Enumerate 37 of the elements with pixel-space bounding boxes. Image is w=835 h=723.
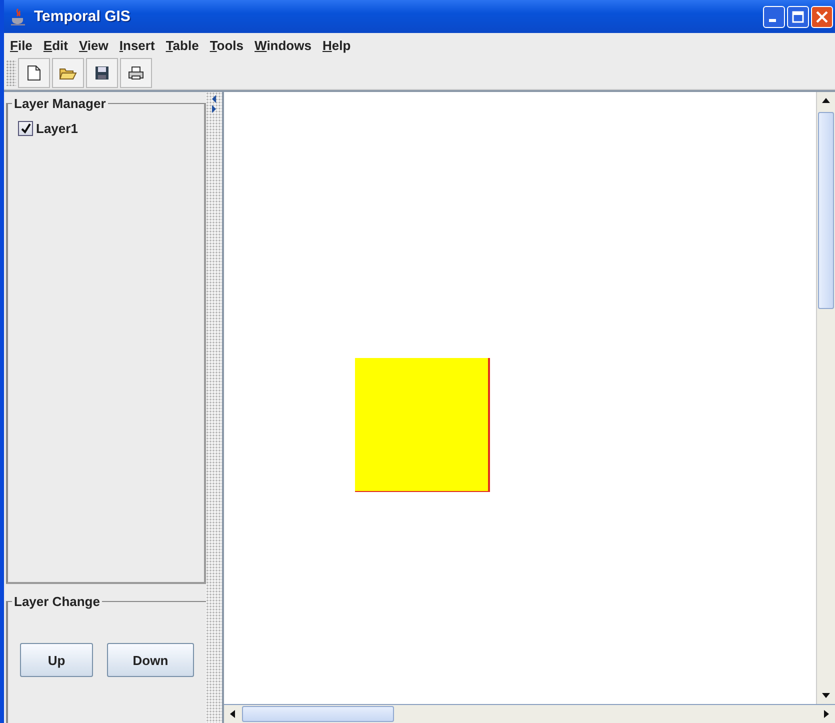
splitter-handle[interactable] <box>206 92 222 723</box>
minimize-button[interactable] <box>763 6 785 28</box>
close-icon <box>816 10 828 22</box>
layer-move-button[interactable]: Up <box>20 643 93 677</box>
scroll-thumb[interactable] <box>818 112 834 309</box>
vertical-scrollbar[interactable] <box>816 92 835 704</box>
maximize-icon <box>792 10 804 22</box>
square-map-feature[interactable] <box>355 358 490 492</box>
menu-item[interactable]: Table <box>162 38 206 52</box>
close-button[interactable] <box>811 6 833 28</box>
layer-move-button[interactable]: Down <box>107 643 194 677</box>
open-folder-button[interactable] <box>52 58 84 88</box>
menu-item[interactable]: View <box>74 38 116 52</box>
layer-checkbox[interactable]: Layer1 <box>18 121 78 136</box>
new-file-button[interactable] <box>18 58 50 88</box>
folder-icon <box>59 66 77 80</box>
menu-item[interactable]: Edit <box>39 38 75 52</box>
printer-icon <box>128 66 144 80</box>
window-title: Temporal GIS <box>34 8 130 25</box>
save-button[interactable] <box>86 58 118 88</box>
page-icon <box>27 65 41 81</box>
menu-item[interactable]: File <box>6 38 40 52</box>
print-button[interactable] <box>120 58 152 88</box>
menu-item[interactable]: Insert <box>115 38 162 52</box>
toolbar-grip[interactable] <box>6 60 16 86</box>
menu-item[interactable]: Help <box>318 38 358 52</box>
panel-title: Layer Manager <box>13 96 107 111</box>
horizontal-scrollbar[interactable] <box>224 704 835 723</box>
menu-item[interactable]: Tools <box>206 38 251 52</box>
cup-icon <box>10 8 26 26</box>
scroll-thumb[interactable] <box>242 706 394 722</box>
maximize-button[interactable] <box>787 6 809 28</box>
menu-item[interactable]: Windows <box>250 38 318 52</box>
panel-title: Layer Change <box>13 594 101 609</box>
minimize-icon <box>768 19 776 22</box>
checkmark-icon <box>20 123 31 134</box>
collapse-arrows-icon[interactable] <box>211 94 217 114</box>
